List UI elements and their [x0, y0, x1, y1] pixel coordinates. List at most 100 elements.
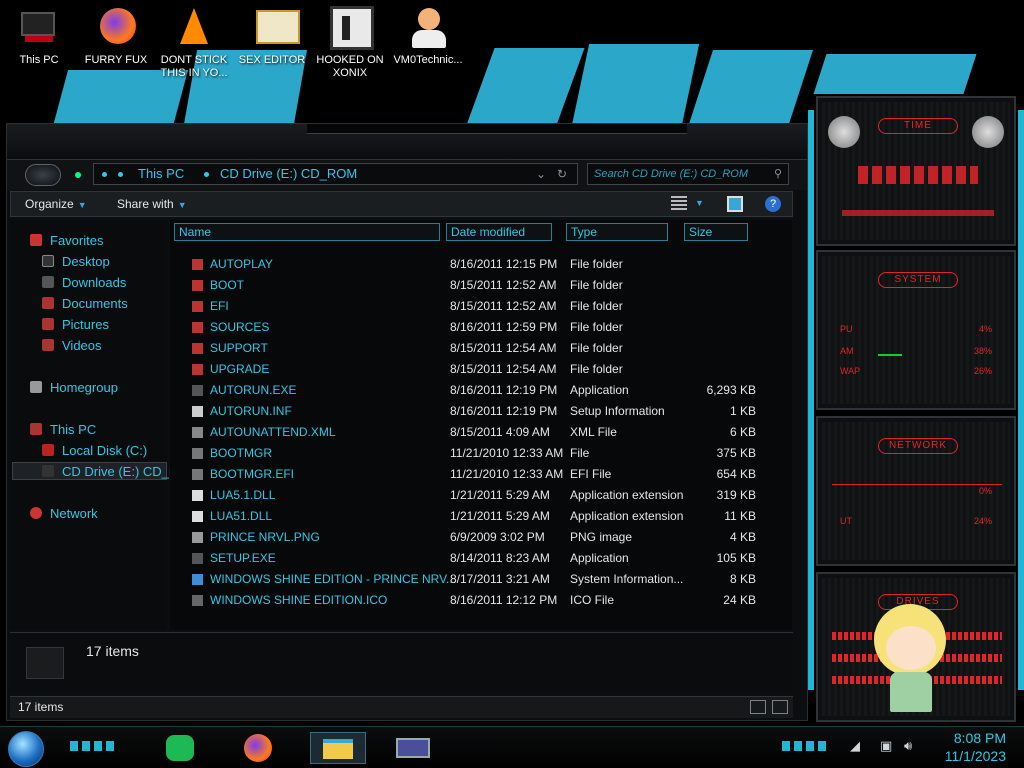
- desktop-icon-hex-editor[interactable]: SEX EDITOR: [236, 6, 308, 67]
- address-bar[interactable]: This PC CD Drive (E:) CD_ROM ⌄ ↻: [93, 163, 578, 185]
- view-options-icon[interactable]: [671, 196, 687, 212]
- nav-videos[interactable]: Videos: [42, 337, 102, 355]
- network-graph-line: [832, 484, 1002, 485]
- taskbar-notes-app[interactable]: [158, 732, 204, 764]
- organize-label: Organize: [25, 197, 74, 211]
- file-size: 375 KB: [716, 446, 756, 460]
- column-date-header[interactable]: Date modified: [446, 223, 552, 241]
- file-row[interactable]: WINDOWS SHINE EDITION - PRINCE NRV... 8/1…: [170, 569, 792, 590]
- chevron-down-icon[interactable]: ⌄: [536, 164, 546, 184]
- desktop-icon-this-pc[interactable]: This PC: [3, 6, 75, 67]
- file-row[interactable]: BOOTMGR.EFI 11/21/2010 12:33 AM EFI File 65…: [170, 464, 792, 485]
- large-icons-view-icon[interactable]: [772, 700, 788, 714]
- drives-gadget[interactable]: DRIVES: [816, 572, 1016, 722]
- file-row[interactable]: LUA5.1.DLL 1/21/2011 5:29 AM Application e…: [170, 485, 792, 506]
- file-row[interactable]: AUTORUN.EXE 8/16/2011 12:19 PM Application…: [170, 380, 792, 401]
- column-type-header[interactable]: Type: [566, 223, 668, 241]
- nav-homegroup[interactable]: Homegroup: [30, 379, 118, 397]
- network-in-value: 0%: [978, 486, 992, 496]
- taskbar-file-explorer[interactable]: [310, 732, 366, 764]
- file-name: BOOTMGR: [210, 446, 272, 460]
- explorer-window[interactable]: This PC CD Drive (E:) CD_ROM ⌄ ↻ Search …: [6, 123, 808, 721]
- view-dropdown-icon[interactable]: ▼: [695, 198, 704, 214]
- nav-local-disk[interactable]: Local Disk (C:): [42, 442, 147, 460]
- desktop-icon-xonix[interactable]: HOOKED ON XONIX: [314, 6, 386, 80]
- nav-pictures[interactable]: Pictures: [42, 316, 109, 334]
- image-file-icon: [192, 532, 203, 543]
- desktop-icon-firefox[interactable]: FURRY FUX: [80, 6, 152, 67]
- nav-documents[interactable]: Documents: [42, 295, 128, 313]
- cyan-frame-strip: [1018, 110, 1024, 690]
- file-row[interactable]: PRINCE NRVL.PNG 6/9/2009 3:02 PM PNG image…: [170, 527, 792, 548]
- desktop-icon-vlc[interactable]: DONT STICK THIS IN YO...: [158, 6, 230, 80]
- preview-pane-icon[interactable]: [727, 196, 743, 212]
- alien-gadget-column: TIME SYSTEM PU 4% AM 38% WAP 26% NETWORK…: [808, 90, 1024, 730]
- nav-desktop[interactable]: Desktop: [42, 253, 110, 271]
- column-name-header[interactable]: Name: [174, 223, 440, 241]
- search-icon[interactable]: ⚲: [774, 164, 782, 184]
- system-gadget[interactable]: SYSTEM PU 4% AM 38% WAP 26%: [816, 250, 1016, 410]
- file-row[interactable]: BOOTMGR 11/21/2010 12:33 AM File 375 KB: [170, 443, 792, 464]
- breadcrumb-dot-icon: [204, 172, 209, 177]
- share-with-button[interactable]: Share with ▼: [117, 197, 187, 211]
- file-date: 8/16/2011 12:12 PM: [450, 593, 558, 607]
- computer-icon: [30, 423, 42, 435]
- network-tray-icon[interactable]: ▣: [880, 739, 892, 754]
- breadcrumb-cd-drive[interactable]: CD Drive (E:) CD_ROM: [220, 164, 357, 184]
- file-size: 6 KB: [729, 425, 756, 439]
- breadcrumb-this-pc[interactable]: This PC: [138, 164, 184, 184]
- date-line: [842, 210, 994, 216]
- file-list: Name Date modified Type Size AUTOPLAY 8/1…: [170, 220, 792, 630]
- search-input[interactable]: Search CD Drive (E:) CD_ROM ⚲: [587, 163, 789, 185]
- nav-favorites[interactable]: Favorites: [30, 232, 103, 250]
- file-row[interactable]: UPGRADE 8/15/2011 12:54 AM File folder: [170, 359, 792, 380]
- refresh-icon[interactable]: ↻: [557, 164, 567, 184]
- show-hidden-icons-icon[interactable]: ◢: [850, 739, 860, 754]
- nav-downloads[interactable]: Downloads: [42, 274, 126, 292]
- nav-label: Documents: [62, 296, 128, 311]
- desktop-icon-label: DONT STICK THIS IN YO...: [160, 54, 228, 79]
- start-button-icon[interactable]: [8, 731, 44, 767]
- file-name: WINDOWS SHINE EDITION.ICO: [210, 593, 388, 607]
- file-row[interactable]: SETUP.EXE 8/14/2011 8:23 AM Application 105…: [170, 548, 792, 569]
- share-with-label: Share with: [117, 197, 174, 211]
- file-row[interactable]: LUA51.DLL 1/21/2011 5:29 AM Application ex…: [170, 506, 792, 527]
- taskbar-firefox[interactable]: [236, 732, 282, 764]
- cd-drive-icon: [42, 465, 54, 477]
- file-row[interactable]: SUPPORT 8/15/2011 12:54 AM File folder: [170, 338, 792, 359]
- taskbar-control-panel[interactable]: [386, 732, 442, 764]
- details-view-icon[interactable]: [750, 700, 766, 714]
- file-row[interactable]: AUTOUNATTEND.XML 8/15/2011 4:09 AM XML Fil…: [170, 422, 792, 443]
- taskbar-clock[interactable]: 8:08 PM 11/1/2023: [945, 729, 1006, 765]
- cpu-label: PU: [840, 324, 853, 334]
- window-frame-top[interactable]: [7, 124, 807, 160]
- file-row[interactable]: WINDOWS SHINE EDITION.ICO 8/16/2011 12:12…: [170, 590, 792, 611]
- dll-icon: [192, 490, 203, 501]
- alien-head-icon: [972, 116, 1004, 148]
- file-row[interactable]: AUTORUN.INF 8/16/2011 12:19 PM Setup Infor…: [170, 401, 792, 422]
- nav-dot-icon: [75, 172, 81, 178]
- file-size: 319 KB: [716, 488, 756, 502]
- file-date: 8/16/2011 12:15 PM: [450, 257, 558, 271]
- column-size-header[interactable]: Size: [684, 223, 748, 241]
- nav-cd-drive[interactable]: CD Drive (E:) CD_R: [42, 463, 178, 481]
- file-row[interactable]: SOURCES 8/16/2011 12:59 PM File folder: [170, 317, 792, 338]
- time-gadget[interactable]: TIME: [816, 96, 1016, 246]
- file-row[interactable]: AUTOPLAY 8/16/2011 12:15 PM File folder: [170, 254, 792, 275]
- back-forward-orb-icon[interactable]: [25, 164, 61, 186]
- folder-icon: [192, 343, 203, 354]
- file-size: 24 KB: [723, 593, 756, 607]
- nav-network[interactable]: Network: [30, 505, 98, 523]
- volume-icon[interactable]: 🔊︎: [904, 739, 912, 754]
- organize-button[interactable]: Organize ▼: [25, 197, 87, 211]
- desktop-icon: [42, 255, 54, 267]
- swap-value: 26%: [973, 366, 992, 376]
- file-type: Application: [570, 383, 629, 397]
- nav-this-pc[interactable]: This PC: [30, 421, 96, 439]
- desktop-icon-vm0[interactable]: VM0Technic...: [392, 6, 464, 67]
- help-icon[interactable]: ?: [765, 196, 781, 212]
- ram-bar: [878, 354, 902, 356]
- network-gadget[interactable]: NETWORK 0% UT 24%: [816, 416, 1016, 566]
- file-row[interactable]: EFI 8/15/2011 12:52 AM File folder: [170, 296, 792, 317]
- file-row[interactable]: BOOT 8/15/2011 12:52 AM File folder: [170, 275, 792, 296]
